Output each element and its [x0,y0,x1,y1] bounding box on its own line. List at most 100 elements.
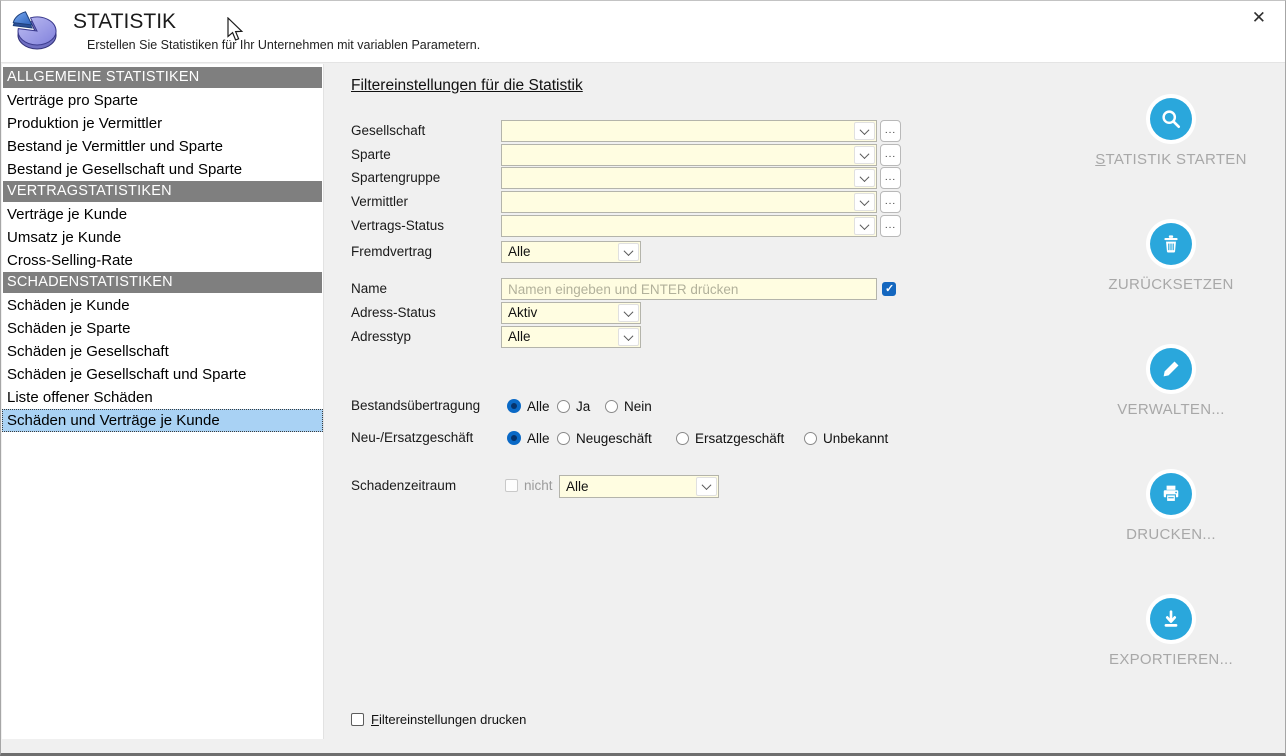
radio-neugeschaeft[interactable]: Neugeschäft [557,430,652,446]
pie-chart-icon [11,5,63,58]
zuruecksetzen-button[interactable]: ZURÜCKSETZEN [1061,223,1281,293]
fremdvertrag-combobox[interactable]: Alle [501,241,641,263]
radio-label: Nein [624,399,652,414]
sidebar-item-schaeden-je-sparte[interactable]: Schäden je Sparte [2,317,323,340]
sparte-browse-button[interactable]: ... [880,144,901,166]
page-subtitle: Erstellen Sie Statistiken für Ihr Untern… [87,38,480,52]
statistics-list: ALLGEMEINE STATISTIKEN Verträge pro Spar… [2,64,324,739]
action-label: VERWALTEN... [1061,401,1281,418]
sidebar-item-umsatz-je-kunde[interactable]: Umsatz je Kunde [2,226,323,249]
radio-label: Alle [527,431,550,446]
print-filter-label: Filtereinstellungen drucken [371,712,526,727]
spartengruppe-combobox[interactable] [501,167,877,189]
mouse-cursor-icon [227,17,245,48]
search-icon [1150,98,1192,140]
radio-label: Neugeschäft [576,431,652,446]
sparte-label: Sparte [351,144,391,166]
chevron-down-icon[interactable] [854,217,875,235]
chevron-down-icon[interactable] [854,193,875,211]
radio-icon [605,400,618,413]
radio-bestand-alle[interactable]: Alle [507,398,550,414]
print-filter-checkbox[interactable] [351,713,364,726]
sidebar-item-vertraege-je-kunde[interactable]: Verträge je Kunde [2,203,323,226]
drucken-button[interactable]: DRUCKEN... [1061,473,1281,543]
vermittler-combobox[interactable] [501,191,877,213]
vermittler-label: Vermittler [351,191,408,213]
adress-status-label: Adress-Status [351,302,436,324]
verwalten-button[interactable]: VERWALTEN... [1061,348,1281,418]
print-filter-settings-row[interactable]: Filtereinstellungen drucken [351,712,526,727]
sidebar-section-schadenstatistiken: SCHADENSTATISTIKEN [3,272,322,293]
gesellschaft-browse-button[interactable]: ... [880,120,901,142]
vertrags-status-combobox[interactable] [501,215,877,237]
pencil-icon [1150,348,1192,390]
adresstyp-combobox[interactable]: Alle [501,326,641,348]
combobox-value: Alle [508,242,531,262]
action-label: EXPORTIEREN... [1061,651,1281,668]
trash-icon [1150,223,1192,265]
name-filter-checkbox[interactable] [882,282,896,296]
bestandsuebertragung-label: Bestandsübertragung [351,395,480,417]
close-icon[interactable]: ✕ [1252,8,1266,28]
nicht-checkbox [505,479,518,492]
sidebar-item-produktion-je-vermittler[interactable]: Produktion je Vermittler [2,112,323,135]
combobox-value: Alle [566,476,589,497]
chevron-down-icon[interactable] [618,243,639,261]
nicht-label: nicht [524,475,553,497]
filter-panel-heading: Filtereinstellungen für die Statistik [351,77,583,95]
chevron-down-icon[interactable] [696,477,717,496]
statistik-window: STATISTIK Erstellen Sie Statistiken für … [0,0,1286,756]
sidebar-item-schaeden-je-kunde[interactable]: Schäden je Kunde [2,294,323,317]
sidebar-section-allgemeine-statistiken: ALLGEMEINE STATISTIKEN [3,67,322,88]
exportieren-button[interactable]: EXPORTIEREN... [1061,598,1281,668]
action-label: DRUCKEN... [1061,526,1281,543]
radio-checked-icon [507,431,521,445]
spartengruppe-label: Spartengruppe [351,167,440,189]
radio-bestand-ja[interactable]: Ja [557,398,590,414]
printer-icon [1150,473,1192,515]
adress-status-combobox[interactable]: Aktiv [501,302,641,324]
chevron-down-icon[interactable] [854,169,875,187]
name-input[interactable] [501,278,877,300]
radio-checked-icon [507,399,521,413]
action-label: ZURÜCKSETZEN [1061,276,1281,293]
sidebar-item-schaeden-und-vertraege-je-kunde[interactable]: Schäden und Verträge je Kunde [2,409,323,432]
radio-icon [557,400,570,413]
sidebar-section-vertragstatistiken: VERTRAGSTATISTIKEN [3,181,322,202]
chevron-down-icon[interactable] [854,146,875,164]
sidebar-item-vertraege-pro-sparte[interactable]: Verträge pro Sparte [2,89,323,112]
sidebar-item-schaeden-je-gesellschaft[interactable]: Schäden je Gesellschaft [2,340,323,363]
radio-label: Ja [576,399,590,414]
radio-neuersatz-alle[interactable]: Alle [507,430,550,446]
chevron-down-icon[interactable] [618,328,639,346]
chevron-down-icon[interactable] [618,304,639,322]
radio-label: Alle [527,399,550,414]
sidebar-item-bestand-je-gesellschaft-und-sparte[interactable]: Bestand je Gesellschaft und Sparte [2,158,323,181]
sparte-combobox[interactable] [501,144,877,166]
combobox-value: Aktiv [508,303,537,323]
radio-bestand-nein[interactable]: Nein [605,398,652,414]
vermittler-browse-button[interactable]: ... [880,191,901,213]
radio-ersatzgeschaeft[interactable]: Ersatzgeschäft [676,430,784,446]
adresstyp-label: Adresstyp [351,326,411,348]
window-header: STATISTIK Erstellen Sie Statistiken für … [1,1,1285,63]
vertrags-status-browse-button[interactable]: ... [880,215,901,237]
action-label: STATISTIK STARTEN [1061,151,1281,168]
sidebar-item-schaeden-je-gesellschaft-und-sparte[interactable]: Schäden je Gesellschaft und Sparte [2,363,323,386]
radio-unbekannt[interactable]: Unbekannt [804,430,888,446]
page-title: STATISTIK [73,10,176,34]
statistik-starten-button[interactable]: STATISTIK STARTEN [1061,98,1281,168]
fremdvertrag-label: Fremdvertrag [351,241,432,263]
chevron-down-icon[interactable] [854,122,875,140]
schadenzeitraum-combobox[interactable]: Alle [559,475,719,498]
radio-icon [557,432,570,445]
gesellschaft-combobox[interactable] [501,120,877,142]
radio-icon [676,432,689,445]
sidebar-item-cross-selling-rate[interactable]: Cross-Selling-Rate [2,249,323,272]
neu-ersatzgeschaeft-label: Neu-/Ersatzgeschäft [351,427,473,449]
sidebar-item-bestand-je-vermittler-und-sparte[interactable]: Bestand je Vermittler und Sparte [2,135,323,158]
radio-label: Ersatzgeschäft [695,431,784,446]
spartengruppe-browse-button[interactable]: ... [880,167,901,189]
sidebar-item-liste-offener-schaeden[interactable]: Liste offener Schäden [2,386,323,409]
gesellschaft-label: Gesellschaft [351,120,425,142]
